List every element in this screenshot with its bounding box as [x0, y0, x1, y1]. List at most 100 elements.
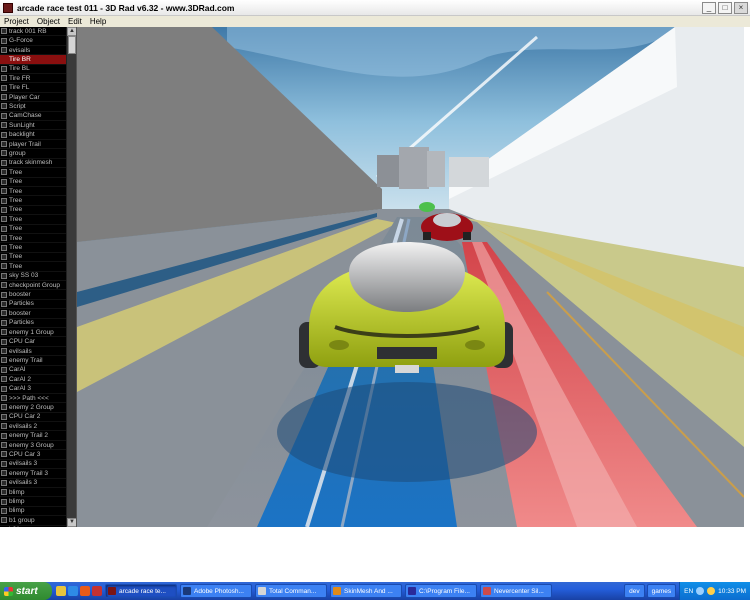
object-list-item[interactable]: Tire BR [0, 55, 66, 65]
object-list-item[interactable]: CPU Car 2 [0, 413, 66, 423]
object-list-item[interactable]: Tree [0, 196, 66, 206]
object-checkbox-icon[interactable] [1, 112, 7, 119]
object-checkbox-icon[interactable] [1, 319, 7, 326]
object-list-item[interactable]: b1 group [0, 516, 66, 526]
object-checkbox-icon[interactable] [1, 498, 7, 505]
object-checkbox-icon[interactable] [1, 206, 7, 213]
minimize-button[interactable]: _ [702, 1, 716, 14]
object-list-item[interactable]: Tree [0, 168, 66, 178]
object-checkbox-icon[interactable] [1, 489, 7, 496]
object-list-item[interactable]: evisails [0, 46, 66, 56]
object-list-item[interactable]: G-Force [0, 36, 66, 46]
object-checkbox-icon[interactable] [1, 253, 7, 260]
title-bar[interactable]: arcade race test 011 - 3D Rad v6.32 - ww… [0, 0, 750, 16]
object-list-item[interactable]: blimp [0, 488, 66, 498]
object-list-item[interactable]: CamChase [0, 112, 66, 122]
object-list-item[interactable]: enemy Trail [0, 356, 66, 366]
3d-viewport[interactable] [77, 27, 744, 527]
object-list-item[interactable]: b01 [0, 526, 66, 527]
menu-project[interactable]: Project [0, 17, 33, 26]
object-checkbox-icon[interactable] [1, 188, 7, 195]
object-checkbox-icon[interactable] [1, 141, 7, 148]
object-checkbox-icon[interactable] [1, 460, 7, 467]
object-checkbox-icon[interactable] [1, 395, 7, 402]
object-list-item[interactable]: backlight [0, 130, 66, 140]
folder-icon[interactable] [56, 586, 66, 596]
object-list-item[interactable]: CPU Car [0, 337, 66, 347]
object-list-scrollbar[interactable]: ▲ ▼ [66, 27, 76, 527]
object-checkbox-icon[interactable] [1, 47, 7, 54]
object-list-item[interactable]: Tree [0, 187, 66, 197]
object-list-item[interactable]: Particles [0, 300, 66, 310]
scroll-down-arrow-icon[interactable]: ▼ [67, 518, 76, 527]
object-checkbox-icon[interactable] [1, 282, 7, 289]
app-shortcut-icon[interactable] [92, 586, 102, 596]
object-checkbox-icon[interactable] [1, 329, 7, 336]
object-checkbox-icon[interactable] [1, 310, 7, 317]
object-checkbox-icon[interactable] [1, 244, 7, 251]
object-checkbox-icon[interactable] [1, 432, 7, 439]
object-checkbox-icon[interactable] [1, 169, 7, 176]
task-button-nevercenter[interactable]: Nevercenter Sil... [480, 584, 552, 598]
object-checkbox-icon[interactable] [1, 235, 7, 242]
object-checkbox-icon[interactable] [1, 404, 7, 411]
object-list-item[interactable]: sky SS 03 [0, 272, 66, 281]
object-checkbox-icon[interactable] [1, 178, 7, 185]
object-list-item[interactable]: Tire FL [0, 83, 66, 93]
object-list-item[interactable]: Tire BL [0, 65, 66, 75]
object-list-item[interactable]: booster [0, 309, 66, 319]
object-checkbox-icon[interactable] [1, 131, 7, 138]
task-button-3drad[interactable]: arcade race te... [105, 584, 177, 598]
object-checkbox-icon[interactable] [1, 216, 7, 223]
folder-games[interactable]: games [646, 584, 677, 598]
object-list-item[interactable]: track skinmesh [0, 159, 66, 169]
object-list-item[interactable]: Tire FR [0, 74, 66, 84]
object-list-item[interactable]: enemy 2 Group [0, 403, 66, 413]
task-button-photoshop[interactable]: Adobe Photosh... [180, 584, 252, 598]
object-checkbox-icon[interactable] [1, 470, 7, 477]
object-checkbox-icon[interactable] [1, 225, 7, 232]
object-checkbox-icon[interactable] [1, 507, 7, 514]
object-list-item[interactable]: evilsails 3 [0, 460, 66, 470]
object-list-item[interactable]: Tree [0, 178, 66, 187]
task-button-skinmesh[interactable]: SkinMesh And ... [330, 584, 402, 598]
object-list-item[interactable]: Player Car [0, 93, 66, 103]
object-list-item[interactable]: Script [0, 102, 66, 112]
object-list-item[interactable]: Particles [0, 319, 66, 328]
network-icon[interactable] [696, 587, 705, 595]
media-icon[interactable] [80, 586, 90, 596]
object-list-item[interactable]: CarAI 2 [0, 375, 66, 385]
object-list-item[interactable]: Tree [0, 243, 66, 253]
object-list-item[interactable]: enemy Trail 3 [0, 469, 66, 479]
object-list-item[interactable]: Tree [0, 225, 66, 234]
object-checkbox-icon[interactable] [1, 413, 7, 420]
object-checkbox-icon[interactable] [1, 94, 7, 101]
object-list-item[interactable]: checkpoint Group [0, 281, 66, 291]
object-checkbox-icon[interactable] [1, 300, 7, 307]
object-list-item[interactable]: >>> Path <<< [0, 394, 66, 404]
scroll-up-arrow-icon[interactable]: ▲ [67, 27, 76, 36]
object-list-item[interactable]: enemy 1 Group [0, 328, 66, 338]
object-list-item[interactable]: enemy 3 Group [0, 441, 66, 451]
maximize-button[interactable]: □ [718, 1, 732, 14]
object-list-item[interactable]: evilsails 3 [0, 479, 66, 488]
object-list-item[interactable]: blimp [0, 507, 66, 517]
menu-object[interactable]: Object [33, 17, 64, 26]
object-checkbox-icon[interactable] [1, 75, 7, 82]
object-list-item[interactable]: Tree [0, 215, 66, 225]
object-list-item[interactable]: enemy Trail 2 [0, 431, 66, 441]
object-list-item[interactable]: evilsails 2 [0, 422, 66, 432]
object-list-item[interactable]: CarAI 3 [0, 384, 66, 394]
object-checkbox-icon[interactable] [1, 338, 7, 345]
object-list-item[interactable]: Tree [0, 206, 66, 216]
folder-dev[interactable]: dev [624, 584, 645, 598]
object-checkbox-icon[interactable] [1, 291, 7, 298]
object-checkbox-icon[interactable] [1, 442, 7, 449]
menu-help[interactable]: Help [86, 17, 110, 26]
object-list-item[interactable]: booster [0, 290, 66, 300]
object-checkbox-icon[interactable] [1, 197, 7, 204]
browser-icon[interactable] [68, 586, 78, 596]
object-list-item[interactable]: track 001 RB [0, 27, 66, 37]
object-checkbox-icon[interactable] [1, 84, 7, 91]
object-checkbox-icon[interactable] [1, 348, 7, 355]
